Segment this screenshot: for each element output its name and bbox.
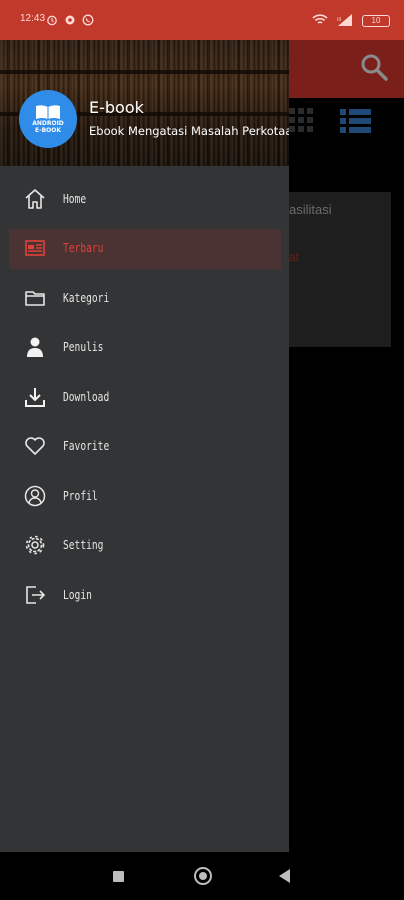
menu-item-setting[interactable]: Setting [0,521,289,571]
recent-apps-icon[interactable] [113,871,124,882]
menu-label: Profil [63,488,98,503]
status-time: 12:43 [20,13,46,24]
whatsapp-icon [82,11,94,26]
menu-item-download[interactable]: Download [0,372,289,422]
menu-label: Setting [63,538,104,553]
app-logo: ANDROID E-BOOK [19,90,77,148]
menu-label: Login [63,587,92,602]
menu-item-kategori[interactable]: Kategori [0,273,289,323]
profile-icon [24,485,46,507]
logo-text-line1: ANDROID [32,120,64,127]
grid-view-icon[interactable] [289,108,315,134]
status-bar: 12:43 ill 10 [0,0,404,40]
back-icon[interactable] [279,869,290,883]
navigation-drawer: ANDROID E-BOOK E-book Ebook Mengatasi Ma… [0,40,289,852]
menu-label: Favorite [63,439,110,454]
menu-label: Download [63,389,110,404]
heart-icon [24,435,46,457]
menu-item-login[interactable]: Login [0,570,289,620]
menu-item-profil[interactable]: Profil [0,471,289,521]
book-icon [36,105,60,119]
app-name: E-book [89,98,144,117]
menu-item-favorite[interactable]: Favorite [0,422,289,472]
download-icon [24,386,46,408]
drawer-header: ANDROID E-BOOK E-book Ebook Mengatasi Ma… [0,40,289,166]
menu-item-home[interactable]: Home [0,174,289,224]
menu-label: Penulis [63,340,104,355]
home-icon [24,188,46,210]
gear-icon [24,534,46,556]
logo-text-line2: E-BOOK [34,127,61,134]
newspaper-icon [24,237,46,259]
home-button-icon[interactable] [194,867,212,885]
signal-icon: ill [336,11,354,30]
card-title: asilitasi [289,202,332,217]
card-subtitle: at [289,250,300,264]
list-view-icon[interactable] [340,107,372,135]
folder-icon [24,287,46,309]
menu-item-penulis[interactable]: Penulis [0,323,289,373]
login-icon [24,584,46,606]
svg-text:ill: ill [337,17,341,23]
app-subtitle: Ebook Mengatasi Masalah Perkotaan [89,124,289,138]
wifi-icon [312,11,328,30]
menu-label: Kategori [63,290,110,305]
menu-label: Home [63,191,87,206]
settings-icon [64,11,76,25]
alarm-icon [46,11,58,26]
menu-label: Terbaru [63,241,104,256]
person-icon [24,336,46,358]
search-icon[interactable] [359,52,389,82]
menu-item-terbaru[interactable]: Terbaru [0,224,289,274]
battery-icon: 10 [362,14,390,27]
drawer-menu: Home Terbaru Kategori Penulis Download F… [0,174,289,620]
